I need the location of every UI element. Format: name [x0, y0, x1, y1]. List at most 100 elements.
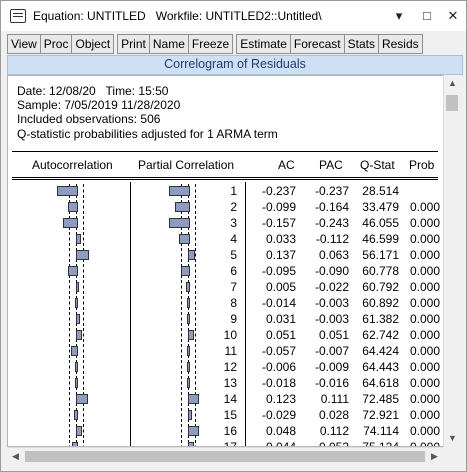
table-row: 9 0.031 -0.003 61.382 0.000	[8, 311, 443, 327]
pac-bar	[174, 202, 190, 212]
adjustment-note: Q-statistic probabilities adjusted for 1…	[17, 127, 278, 141]
ac-value: 0.031	[265, 312, 296, 326]
header-separator-bottom	[12, 177, 438, 178]
ac-confidence-bound	[69, 440, 71, 446]
qstat-value: 28.514	[362, 184, 399, 198]
proc-button[interactable]: Proc	[39, 34, 73, 54]
prob-value: 0.000	[409, 392, 440, 406]
ac-value: 0.033	[265, 232, 296, 246]
toolbar-group: Print Name Freeze	[117, 34, 234, 54]
prob-value: 0.000	[409, 424, 440, 438]
ac-confidence-bound	[69, 296, 71, 310]
name-button[interactable]: Name	[148, 34, 189, 54]
toolbar-group: Estimate Forecast Stats Resids	[236, 34, 423, 54]
ac-bar	[68, 266, 78, 276]
lag-number: 10	[223, 328, 237, 342]
pac-value: -0.164	[314, 200, 349, 214]
pac-bar	[188, 394, 199, 404]
forecast-button[interactable]: Forecast	[289, 34, 345, 54]
pac-confidence-bound	[181, 328, 183, 342]
ac-bar	[71, 346, 78, 356]
col-qstat: Q-Stat	[360, 158, 395, 172]
lag-number: 3	[230, 216, 237, 230]
pac-confidence-bound	[194, 344, 196, 358]
ac-bar	[76, 394, 88, 404]
vertical-scroll-thumb[interactable]	[446, 95, 458, 111]
ac-bar	[76, 250, 89, 260]
ac-confidence-bound	[69, 376, 71, 390]
ac-value: -0.014	[261, 296, 296, 310]
qstat-value: 64.424	[362, 344, 399, 358]
vertical-scrollbar[interactable]: ▲ ▼	[443, 75, 461, 447]
view-button[interactable]: View	[7, 34, 41, 54]
equation-window: Equation: UNTITLED Workfile: UNTITLED2::…	[0, 0, 467, 472]
scroll-up-icon[interactable]: ▲	[444, 75, 461, 92]
object-button[interactable]: Object	[71, 34, 115, 54]
ac-confidence-bound	[82, 360, 84, 374]
qstat-value: 75.124	[362, 440, 399, 447]
prob-value: 0.000	[409, 200, 440, 214]
freeze-button[interactable]: Freeze	[187, 34, 234, 54]
table-row: 10 0.051 0.051 62.742 0.000	[8, 327, 443, 343]
ac-bar	[75, 362, 78, 372]
col-pac: PAC	[319, 158, 343, 172]
table-row: 12 -0.006 -0.009 64.443 0.000	[8, 359, 443, 375]
window-icon[interactable]	[10, 9, 26, 23]
ac-confidence-bound	[82, 312, 84, 326]
output-title: Correlogram of Residuals	[164, 57, 306, 71]
minimize-icon[interactable]: ▾	[386, 1, 412, 31]
table-row: 8 -0.014 -0.003 60.892 0.000	[8, 295, 443, 311]
stats-button[interactable]: Stats	[343, 34, 379, 54]
pac-bar	[168, 218, 190, 228]
scroll-left-icon[interactable]: ◀	[7, 448, 24, 465]
print-button[interactable]: Print	[117, 34, 150, 54]
pac-value: -0.112	[315, 232, 349, 246]
pac-value: 0.053	[318, 440, 349, 447]
ac-value: 0.137	[265, 248, 296, 262]
window-title: Equation: UNTITLED Workfile: UNTITLED2::…	[33, 9, 322, 23]
ac-confidence-bound	[82, 184, 84, 198]
ac-bar	[57, 186, 78, 196]
pac-value: -0.009	[314, 360, 349, 374]
title-bar[interactable]: Equation: UNTITLED Workfile: UNTITLED2::…	[1, 1, 466, 31]
observations-line: Included observations: 506	[17, 112, 161, 126]
table-row: 13 -0.018 -0.016 64.618 0.000	[8, 375, 443, 391]
prob-value: 0.000	[409, 376, 440, 390]
ac-confidence-bound	[82, 280, 84, 294]
pac-value: -0.090	[314, 264, 349, 278]
prob-value: 0.000	[409, 232, 440, 246]
pac-confidence-bound	[181, 312, 183, 326]
prob-value: 0.000	[409, 264, 440, 278]
pac-value: -0.243	[314, 216, 349, 230]
ac-value: -0.095	[261, 264, 296, 278]
ac-confidence-bound	[82, 216, 84, 230]
lag-number: 15	[223, 408, 237, 422]
ac-bar	[76, 282, 79, 292]
table-row: 4 0.033 -0.112 46.599 0.000	[8, 231, 443, 247]
restore-icon[interactable]: □	[414, 1, 440, 31]
ac-value: -0.157	[261, 216, 296, 230]
scroll-down-icon[interactable]: ▼	[444, 430, 461, 447]
prob-value: 0.000	[409, 312, 440, 326]
pac-confidence-bound	[181, 296, 183, 310]
pac-value: -0.022	[314, 280, 349, 294]
qstat-value: 60.792	[362, 280, 399, 294]
qstat-value: 62.742	[362, 328, 399, 342]
horizontal-scroll-thumb[interactable]	[25, 451, 425, 462]
pac-confidence-bound	[194, 184, 196, 198]
ac-bar	[68, 202, 78, 212]
close-icon[interactable]: ✕	[440, 1, 466, 31]
resids-button[interactable]: Resids	[377, 34, 423, 54]
ac-bar	[74, 298, 78, 308]
scroll-right-icon[interactable]: ▶	[426, 448, 443, 465]
horizontal-scrollbar[interactable]: ◀ ▶	[7, 447, 443, 465]
estimate-button[interactable]: Estimate	[236, 34, 291, 54]
pac-bar	[188, 410, 193, 420]
qstat-value: 46.055	[362, 216, 399, 230]
lag-number: 17	[223, 440, 237, 447]
lag-number: 13	[223, 376, 237, 390]
col-partial-correlation: Partial Correlation	[138, 158, 235, 172]
prob-value: 0.000	[409, 328, 440, 342]
pac-confidence-bound	[181, 424, 183, 438]
ac-value: -0.006	[261, 360, 296, 374]
